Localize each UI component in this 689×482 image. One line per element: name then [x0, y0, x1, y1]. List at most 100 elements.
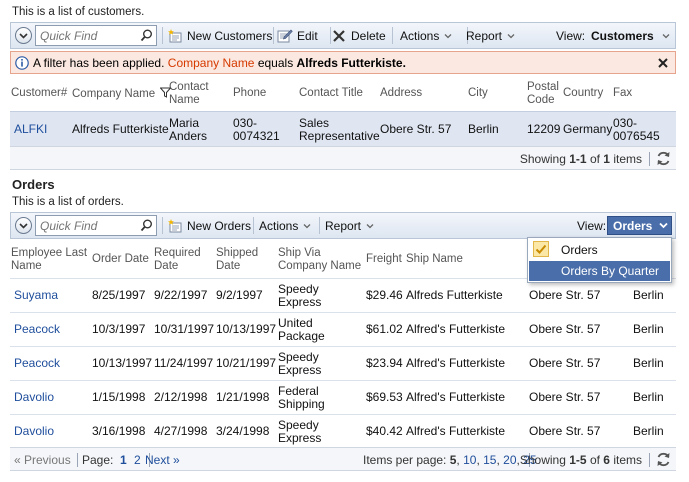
- cell-freight: $69.53: [366, 390, 403, 404]
- customers-actions-menu[interactable]: Actions: [400, 23, 452, 48]
- cell-contact-name-line2: Anders: [169, 129, 208, 143]
- cell-company: Alfreds Futterkiste: [72, 122, 169, 136]
- checkmark-box: [533, 241, 549, 257]
- view-menu-item-orders-by-quarter-label: Orders By Quarter: [561, 264, 660, 278]
- page-link-1[interactable]: 1: [120, 454, 127, 467]
- column-header-contact-name[interactable]: Contact Name: [169, 81, 209, 107]
- customers-view-value: Customers: [591, 28, 654, 43]
- cell-fax-line2: 0076545: [613, 129, 660, 143]
- close-icon[interactable]: [658, 58, 668, 68]
- customers-pager: Showing 1-1 of 1 items: [10, 146, 676, 170]
- cell-ship-name: Alfred's Futterkiste: [406, 390, 505, 404]
- column-header-postal-code[interactable]: Postal Code: [527, 81, 559, 107]
- customers-report-menu[interactable]: Report: [466, 23, 515, 48]
- page-size-10[interactable]: 10: [463, 453, 476, 467]
- cell-ship-address: Obere Str. 57: [529, 390, 601, 404]
- delete-button[interactable]: Delete: [332, 23, 386, 48]
- refresh-icon[interactable]: [655, 150, 672, 167]
- orders-quick-find-input[interactable]: [36, 216, 136, 235]
- customer-id-link[interactable]: ALFKI: [14, 123, 47, 136]
- customers-view-selector[interactable]: Customers: [591, 23, 670, 48]
- column-header-ship-via[interactable]: Ship Via Company Name: [278, 247, 361, 273]
- customers-quick-find[interactable]: [35, 25, 157, 46]
- column-header-contact-title[interactable]: Contact Title: [299, 87, 363, 100]
- orders-actions-menu[interactable]: Actions: [259, 213, 311, 238]
- column-header-shipvia-line1: Ship Via: [278, 247, 321, 259]
- info-icon: [15, 55, 29, 70]
- employee-link[interactable]: Peacock: [14, 357, 60, 370]
- filter-notification: A filter has been applied. Company Name …: [10, 51, 676, 74]
- orders-title: Orders: [12, 177, 55, 192]
- next-page-link[interactable]: Next »: [145, 454, 180, 467]
- column-header-shipped-line1: Shipped: [216, 247, 259, 259]
- orders-menu-button[interactable]: [15, 217, 32, 234]
- cell-shipped-date: 1/21/1998: [216, 390, 270, 404]
- customers-menu-button[interactable]: [15, 27, 32, 44]
- column-header-customer[interactable]: Customer#: [11, 87, 67, 100]
- column-header-phone[interactable]: Phone: [233, 87, 266, 100]
- cell-order-date: 10/3/1997: [92, 322, 146, 336]
- orders-report-menu[interactable]: Report: [325, 213, 374, 238]
- cell-ship-via-line2: Shipping: [278, 397, 325, 411]
- cell-ship-via-line2: Package: [278, 329, 325, 343]
- orders-quick-find[interactable]: [35, 215, 157, 236]
- previous-page-link[interactable]: « Previous: [14, 454, 71, 467]
- column-header-city[interactable]: City: [468, 87, 488, 100]
- view-menu-item-orders[interactable]: Orders: [529, 239, 670, 260]
- customers-quick-find-input[interactable]: [36, 26, 136, 45]
- cell-ship-name: Alfreds Futterkiste: [406, 288, 503, 302]
- column-header-order-date[interactable]: Order Date: [92, 253, 149, 266]
- orders-actions-label: Actions: [259, 218, 299, 233]
- pager-range: 1-1: [569, 152, 587, 166]
- search-icon[interactable]: [140, 29, 153, 42]
- new-record-icon: [168, 28, 182, 42]
- pager-total: 1: [603, 152, 610, 166]
- new-customers-button[interactable]: New Customers: [167, 23, 272, 48]
- column-header-shipped-line2: Date: [216, 260, 241, 272]
- column-header-shipped-date[interactable]: Shipped Date: [216, 247, 258, 273]
- column-header-required-line2: Date: [154, 260, 179, 272]
- orders-pager-range: 1-5: [569, 453, 587, 467]
- employee-link[interactable]: Suyama: [14, 289, 58, 302]
- column-header-required-date[interactable]: Required Date: [154, 247, 201, 273]
- column-header-required-line1: Required: [154, 247, 201, 259]
- search-icon[interactable]: [140, 219, 153, 232]
- column-header-postal-line2: Code: [527, 94, 555, 106]
- column-header-employee[interactable]: Employee Last Name: [11, 247, 87, 273]
- page-link-2[interactable]: 2: [134, 454, 141, 467]
- page-size-5[interactable]: 5: [450, 453, 457, 467]
- column-header-postal-line1: Postal: [527, 81, 559, 93]
- column-header-company[interactable]: Company Name: [72, 87, 172, 101]
- column-header-employee-line1: Employee Last: [11, 247, 88, 259]
- column-header-ship-name[interactable]: Ship Name: [406, 253, 463, 266]
- column-header-address[interactable]: Address: [380, 87, 422, 100]
- filter-field[interactable]: Company Name: [168, 56, 255, 70]
- cell-ship-address: Obere Str. 57: [529, 356, 601, 370]
- view-menu-item-orders-by-quarter[interactable]: Orders By Quarter: [529, 261, 670, 281]
- items-per-page-label: Items per page:: [363, 453, 447, 467]
- pager-showing: Showing: [519, 152, 566, 166]
- cell-phone-line2: 0074321: [233, 129, 280, 143]
- orders-pager-items: items: [613, 453, 642, 467]
- page-label: Page:: [82, 453, 114, 467]
- employee-link[interactable]: Peacock: [14, 323, 60, 336]
- refresh-icon[interactable]: [655, 451, 672, 468]
- column-header-country[interactable]: Country: [563, 87, 603, 100]
- edit-button[interactable]: Edit: [277, 23, 318, 48]
- employee-link[interactable]: Davolio: [14, 425, 54, 438]
- cell-country: Germany: [563, 122, 613, 136]
- orders-toolbar: New Orders Actions Report View: Orders: [10, 212, 676, 239]
- page-size-20[interactable]: 20: [503, 453, 516, 467]
- cell-freight: $23.94: [366, 356, 403, 370]
- orders-view-menu: Orders Orders By Quarter: [527, 237, 672, 283]
- orders-view-selector[interactable]: Orders: [607, 216, 672, 235]
- edit-icon: [277, 29, 293, 42]
- new-orders-button[interactable]: New Orders: [167, 213, 251, 238]
- column-header-fax[interactable]: Fax: [613, 87, 632, 100]
- employee-link[interactable]: Davolio: [14, 391, 54, 404]
- orders-pager-total: 6: [603, 453, 610, 467]
- page-size-15[interactable]: 15: [483, 453, 496, 467]
- column-header-freight[interactable]: Freight: [366, 253, 402, 266]
- orders-pager-of: of: [589, 453, 600, 467]
- cell-order-date: 1/15/1998: [92, 390, 146, 404]
